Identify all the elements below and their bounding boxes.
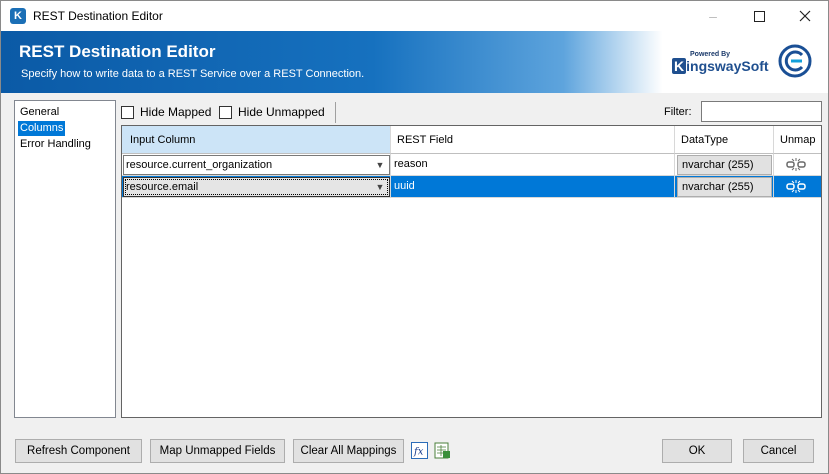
- hide-mapped-checkbox[interactable]: [121, 105, 134, 119]
- rest-field-cell[interactable]: uuid: [391, 176, 675, 198]
- nav-item-error-handling[interactable]: Error Handling: [18, 137, 93, 152]
- input-column-select[interactable]: resource.current_organization ▼: [123, 155, 390, 175]
- cancel-button[interactable]: Cancel: [743, 439, 814, 463]
- chevron-down-icon[interactable]: ▼: [374, 156, 386, 174]
- datatype-cell: nvarchar (255): [675, 154, 774, 176]
- page-navigation: General Columns Error Handling: [14, 100, 116, 418]
- app-icon: K: [10, 8, 26, 24]
- refresh-component-button[interactable]: Refresh Component: [15, 439, 142, 463]
- unmap-cell: [774, 176, 821, 198]
- column-header-rest-field[interactable]: REST Field: [391, 126, 675, 154]
- minimize-icon[interactable]: –: [690, 1, 736, 31]
- maximize-icon[interactable]: [736, 1, 782, 31]
- unlink-icon[interactable]: [786, 179, 806, 194]
- column-header-datatype[interactable]: DataType: [675, 126, 774, 154]
- chevron-down-icon[interactable]: ▼: [374, 178, 386, 196]
- spreadsheet-icon[interactable]: [434, 442, 451, 459]
- ok-button[interactable]: OK: [662, 439, 732, 463]
- rest-field-cell[interactable]: reason: [391, 154, 675, 176]
- column-header-input-column[interactable]: Input Column: [122, 126, 391, 154]
- unmap-cell: [774, 154, 821, 176]
- clear-all-mappings-button[interactable]: Clear All Mappings: [293, 439, 404, 463]
- brand-initial: K: [672, 58, 687, 74]
- datatype-button[interactable]: nvarchar (255): [677, 177, 772, 197]
- column-header-unmap[interactable]: Unmap: [774, 126, 821, 154]
- nav-item-columns[interactable]: Columns: [18, 121, 66, 136]
- input-column-value: resource.email: [126, 181, 199, 193]
- title-bar: K REST Destination Editor –: [1, 1, 828, 31]
- fx-icon[interactable]: fx: [411, 442, 428, 459]
- hide-mapped-label: Hide Mapped: [140, 105, 212, 119]
- header-banner: REST Destination Editor Specify how to w…: [1, 31, 828, 93]
- hide-mapped-toggle[interactable]: Hide Mapped: [121, 102, 211, 122]
- banner-title: REST Destination Editor: [19, 42, 216, 61]
- filter-input[interactable]: [701, 101, 822, 122]
- input-column-cell: resource.email ▼: [122, 176, 391, 198]
- brand-name-rest: ingswaySoft: [686, 58, 769, 74]
- hide-unmapped-checkbox[interactable]: [219, 105, 232, 119]
- input-column-cell: resource.current_organization ▼: [122, 154, 391, 176]
- hide-unmapped-label: Hide Unmapped: [238, 105, 325, 119]
- svg-text:fx: fx: [413, 447, 424, 458]
- nav-item-general[interactable]: General: [18, 105, 61, 120]
- unlink-icon[interactable]: [786, 157, 806, 172]
- close-icon[interactable]: [782, 1, 828, 31]
- brand-powered-by: Powered By: [690, 51, 731, 58]
- hide-unmapped-toggle[interactable]: Hide Unmapped: [219, 102, 325, 122]
- brand-name: KingswaySoft: [672, 58, 769, 74]
- datatype-button[interactable]: nvarchar (255): [677, 155, 772, 175]
- table-row[interactable]: resource.current_organization ▼ reason n…: [122, 154, 821, 176]
- rest-destination-editor-window: K REST Destination Editor – REST Destina…: [0, 0, 829, 474]
- banner-subtitle: Specify how to write data to a REST Serv…: [21, 68, 365, 80]
- table-row[interactable]: resource.email ▼ uuid nvarchar (255): [122, 176, 821, 198]
- input-column-value: resource.current_organization: [126, 159, 273, 171]
- kingswaysoft-logo: Powered By KingswaySoft: [672, 51, 769, 75]
- map-unmapped-fields-button[interactable]: Map Unmapped Fields: [150, 439, 285, 463]
- filter-label: Filter:: [664, 106, 692, 118]
- datatype-cell: nvarchar (255): [675, 176, 774, 198]
- window-title: REST Destination Editor: [33, 9, 163, 23]
- input-column-select[interactable]: resource.email ▼: [123, 177, 390, 197]
- product-logo-icon: [778, 44, 812, 78]
- column-mapping-grid: Input Column REST Field DataType Unmap r…: [121, 125, 822, 418]
- toolbar-divider: [335, 102, 336, 123]
